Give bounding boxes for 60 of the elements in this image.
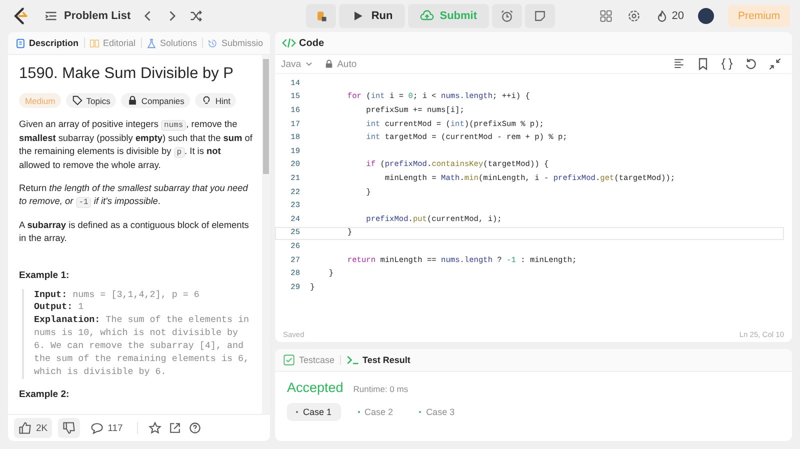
comments-button[interactable]: 117 xyxy=(86,418,127,438)
alarm-clock-icon xyxy=(500,9,514,23)
tag-chip[interactable]: Hint xyxy=(195,93,236,108)
note-button[interactable] xyxy=(525,4,556,28)
problem-title: 1590. Make Sum Divisible by P xyxy=(19,65,235,83)
code-tab[interactable]: Code xyxy=(279,36,327,50)
grid-icon[interactable] xyxy=(598,9,613,23)
verdict: Accepted xyxy=(287,380,344,395)
avatar[interactable] xyxy=(698,8,714,24)
collapse-icon[interactable] xyxy=(768,57,782,71)
shuffle-icon[interactable] xyxy=(188,9,203,23)
alarm-clock-button[interactable] xyxy=(492,4,522,28)
example-heading: Example 2: xyxy=(19,388,70,400)
lock-icon xyxy=(324,59,334,69)
difficulty-tag: Medium xyxy=(19,93,62,108)
share-icon[interactable] xyxy=(168,421,182,435)
run-button[interactable]: Run xyxy=(339,4,405,28)
star-icon[interactable] xyxy=(148,421,162,435)
thumbs-down-icon xyxy=(62,421,76,435)
example-heading: Example 1: xyxy=(19,270,70,280)
flask-icon xyxy=(146,38,157,48)
settings-icon[interactable] xyxy=(626,9,641,23)
panel-tab[interactable]: Test Result xyxy=(342,353,414,367)
description-paragraph: Return the length of the smallest subarray that you need to remove, or -1 if it's impossible. xyxy=(19,182,249,209)
terminal-icon xyxy=(346,353,360,367)
format-icon[interactable] xyxy=(672,57,686,71)
document-icon xyxy=(15,38,26,48)
streak-counter[interactable]: 20 xyxy=(654,9,684,23)
tag-chip[interactable]: Topics xyxy=(66,93,116,108)
help-icon[interactable] xyxy=(188,421,202,435)
tag-icon xyxy=(72,95,84,106)
description-paragraph: A subarray is defined as a contiguous block of elements in the array. xyxy=(19,218,250,246)
comment-icon xyxy=(90,421,104,435)
cloud-upload-icon xyxy=(420,9,434,23)
list-icon xyxy=(44,9,58,23)
like-button[interactable]: 2K xyxy=(14,418,52,438)
thumbs-up-icon xyxy=(18,421,32,435)
tag-chip[interactable]: Companies xyxy=(121,93,190,108)
example-line: Explanation: The sum of the elements in nums is 10, which is not divisible by 6. We can remove the subarray [4], and the sum of the remaining elements is 6, which is divisible by 6. xyxy=(34,314,250,379)
debug-button[interactable] xyxy=(306,4,336,28)
description-paragraph: Given an array of positive integers nums , remove the smallest subarray (possibly empty) such that the sum of the remaining elements is divisible by p . It is not allowed to remove the whole array. xyxy=(19,118,254,172)
lightbulb-icon xyxy=(201,95,212,106)
bookmark-icon[interactable] xyxy=(696,57,710,71)
example-line: Input: nums = [3,1,4,2], p = 6 xyxy=(34,288,200,302)
example-line: Output: 1 xyxy=(34,301,85,314)
case-tab[interactable]: Case 1 xyxy=(287,403,341,421)
code-icon xyxy=(282,36,296,50)
history-icon xyxy=(207,38,218,48)
reset-icon[interactable] xyxy=(744,57,758,71)
scrollbar[interactable] xyxy=(262,55,270,414)
runtime: Runtime: 0 ms xyxy=(353,384,408,394)
note-icon xyxy=(533,9,548,23)
logo-icon[interactable] xyxy=(12,7,30,25)
braces-icon[interactable] xyxy=(720,57,734,71)
lock-icon xyxy=(127,95,138,106)
book-icon xyxy=(88,38,100,48)
checkbox-icon xyxy=(282,353,296,367)
panel-tab[interactable]: Description xyxy=(12,38,82,48)
dislike-button[interactable] xyxy=(58,418,80,438)
problem-list-button[interactable]: Problem List xyxy=(44,9,131,23)
